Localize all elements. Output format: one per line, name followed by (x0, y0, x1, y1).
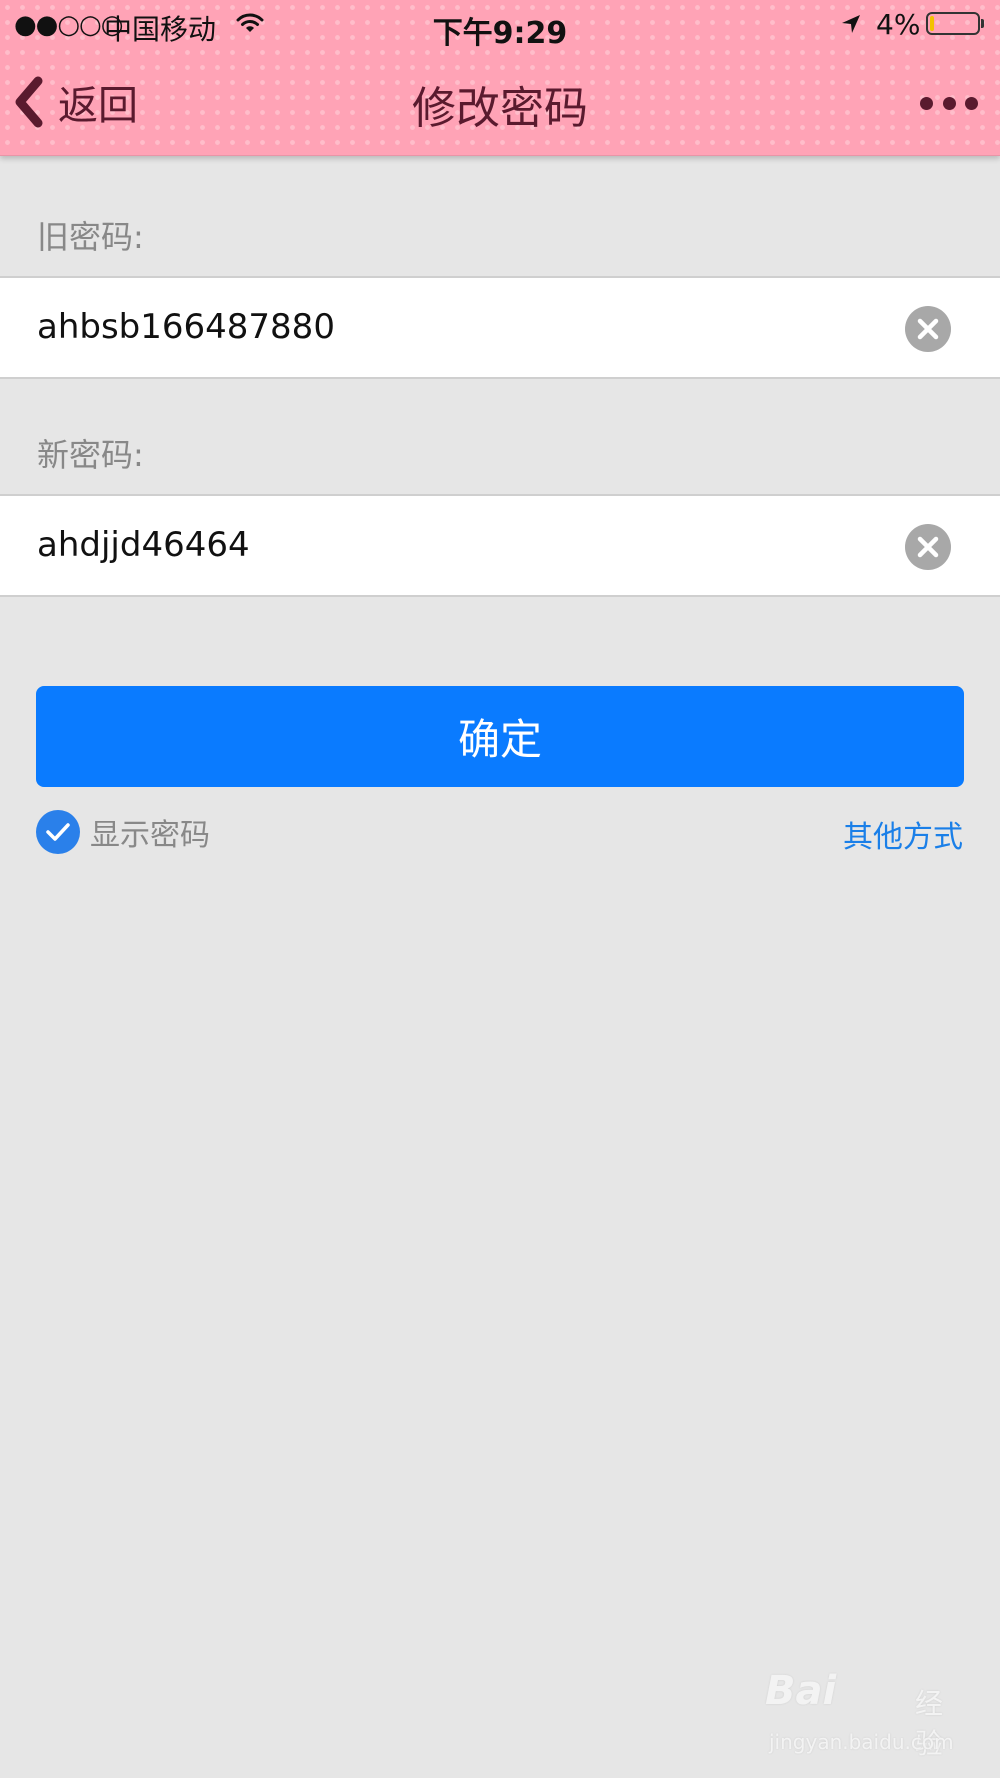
confirm-button[interactable]: 确定 (36, 686, 964, 787)
watermark-brand: Bai (765, 1668, 837, 1714)
new-password-label: 新密码: (37, 436, 144, 474)
other-methods-link[interactable]: 其他方式 (800, 812, 963, 856)
show-password-checkbox[interactable]: 显示密码 (36, 810, 210, 854)
checkmark-glyph (46, 823, 70, 841)
clear-old-password-button[interactable] (905, 306, 951, 352)
clear-icon (917, 536, 939, 558)
page-title: 修改密码 (412, 83, 588, 134)
more-dots-icon (965, 96, 978, 110)
show-password-label: 显示密码 (90, 818, 210, 853)
old-password-input[interactable]: ahbsb166487880 (37, 278, 335, 377)
battery-percent: 4% (876, 8, 921, 41)
old-password-label: 旧密码: (37, 218, 144, 256)
clear-icon (917, 318, 939, 340)
new-password-input[interactable]: ahdjjd46464 (37, 496, 250, 595)
checkmark-icon[interactable] (36, 810, 80, 854)
battery-tip (981, 19, 984, 28)
clear-new-password-button[interactable] (905, 524, 951, 570)
new-password-row[interactable]: ahdjjd46464 (0, 494, 1000, 597)
baidu-watermark: Bai 经验 jingyan.baidu.com (765, 1668, 965, 1760)
location-icon (842, 15, 860, 33)
more-button[interactable] (920, 88, 978, 118)
watermark-url: jingyan.baidu.com (769, 1730, 954, 1754)
more-dots-icon (942, 96, 956, 110)
nav-header: ●●○○○ 中国移动 下午9:29 4% 返回 修改密码 (0, 0, 1000, 156)
battery-level (930, 16, 934, 31)
more-dots-icon (920, 96, 933, 110)
battery-icon (926, 12, 980, 35)
old-password-row[interactable]: ahbsb166487880 (0, 276, 1000, 379)
